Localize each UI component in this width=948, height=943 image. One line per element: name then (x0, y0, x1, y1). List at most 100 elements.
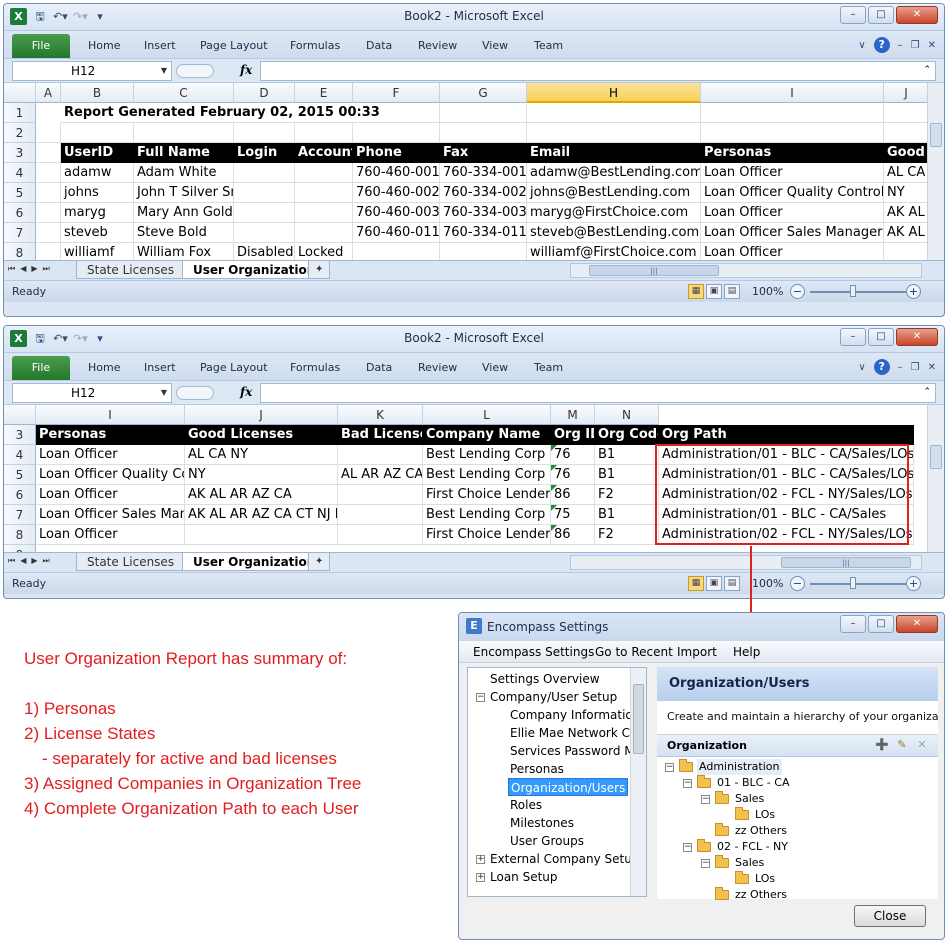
table-cell[interactable]: Administration/01 - BLC - CA/Sales/LOs (659, 445, 914, 465)
tree-item-company-user-setup[interactable]: Company/User Setup (490, 688, 617, 706)
workbook-close-icon[interactable]: ✕ (928, 362, 936, 373)
table-cell[interactable]: Loan Officer Sales Mana (36, 505, 185, 525)
help-icon[interactable]: ? (873, 37, 890, 53)
table-cell[interactable]: Loan Officer (36, 525, 185, 545)
workbook-close-icon[interactable]: ✕ (928, 40, 936, 51)
insert-sheet-icon[interactable]: ✦ (308, 261, 331, 279)
empty-cell[interactable] (36, 123, 61, 143)
column-header[interactable]: K (338, 405, 423, 425)
name-box[interactable]: H12 ▼ (12, 383, 172, 403)
table-cell[interactable]: Loan Officer Quality Co (36, 465, 185, 485)
zoom-slider[interactable] (810, 291, 906, 293)
tree-item-company-information[interactable]: Company Information (510, 706, 640, 724)
tab-team[interactable]: Team (534, 361, 563, 374)
org-node-los[interactable]: LOs (755, 871, 775, 887)
header-cell[interactable]: Good Licenses (185, 425, 338, 445)
zoom-out-icon[interactable]: − (790, 284, 805, 299)
table-cell[interactable]: 760-334-0021 (440, 183, 527, 203)
table-cell[interactable]: williamf (61, 243, 134, 260)
menu-go-to-recent[interactable]: Go to Recent (595, 645, 673, 659)
workbook-restore-icon[interactable]: ❐ (911, 40, 920, 51)
edit-org-icon[interactable]: ✎ (895, 738, 909, 752)
table-cell[interactable]: Mary Ann Gold (134, 203, 234, 223)
table-cell[interactable]: Steve Bold (134, 223, 234, 243)
sheet-tab-user-organization[interactable]: User Organization (182, 553, 327, 571)
table-cell[interactable] (234, 223, 295, 243)
table-cell[interactable]: Administration/02 - FCL - NY/Sales/LOs (659, 525, 914, 545)
maximize-button[interactable]: □ (868, 328, 894, 346)
empty-cell[interactable] (884, 103, 929, 123)
sheet-tab-state-licenses[interactable]: State Licenses (76, 261, 186, 279)
collapse-icon[interactable]: − (683, 843, 692, 852)
table-cell[interactable]: 760-334-0031 (440, 203, 527, 223)
table-cell[interactable]: NY (884, 183, 929, 203)
normal-view-icon[interactable]: ▦ (688, 576, 704, 591)
collapse-icon[interactable]: − (476, 693, 485, 702)
horizontal-scroll-thumb[interactable]: ||| (781, 557, 911, 568)
table-cell[interactable]: AL CA (884, 163, 929, 183)
table-cell[interactable]: Administration/01 - BLC - CA/Sales (659, 505, 914, 525)
table-cell[interactable]: AL AR AZ CA (338, 465, 423, 485)
vertical-scrollbar[interactable] (927, 405, 944, 552)
table-cell[interactable]: B1 (595, 445, 659, 465)
tab-home[interactable]: Home (88, 39, 120, 52)
row-header[interactable]: 7 (4, 505, 36, 525)
table-cell[interactable]: AK AL (884, 223, 929, 243)
table-cell[interactable]: Best Lending Corp (423, 445, 551, 465)
row-header[interactable]: 4 (4, 445, 36, 465)
table-cell[interactable]: AK AL AR AZ CA CT NJ NY (185, 505, 338, 525)
settings-tree[interactable]: Settings Overview − Company/User Setup C… (467, 667, 647, 897)
empty-cell[interactable] (527, 123, 701, 143)
header-cell[interactable]: Email (527, 143, 701, 163)
row-header[interactable]: 3 (4, 425, 36, 445)
insert-function-icon[interactable]: fx (240, 385, 252, 399)
table-cell[interactable]: adamw (61, 163, 134, 183)
table-cell[interactable]: 760-460-0111 (353, 223, 440, 243)
header-cell[interactable]: Personas (701, 143, 884, 163)
table-cell[interactable]: Loan Officer (701, 163, 884, 183)
table-cell[interactable] (884, 243, 929, 260)
org-node-sales[interactable]: Sales (735, 855, 764, 871)
tree-item-services-password[interactable]: Services Password Ma (510, 742, 642, 760)
tree-item-external-company-setup[interactable]: External Company Setup (490, 850, 639, 868)
column-header[interactable]: F (353, 83, 440, 103)
header-cell[interactable]: Org Code (595, 425, 659, 445)
horizontal-scroll-thumb[interactable]: ||| (589, 265, 719, 276)
row-header[interactable]: 7 (4, 223, 36, 243)
table-cell[interactable]: B1 (595, 465, 659, 485)
collapse-icon[interactable]: − (701, 859, 710, 868)
add-org-icon[interactable]: ➕ (875, 738, 889, 752)
header-cell[interactable]: Personas (36, 425, 185, 445)
zoom-in-icon[interactable]: + (906, 284, 921, 299)
empty-cell[interactable] (36, 143, 61, 163)
empty-cell[interactable] (440, 103, 527, 123)
spreadsheet-grid[interactable]: IJKLMN 3456789 PersonasGood LicensesBad Li… (4, 404, 944, 552)
empty-cell[interactable] (134, 123, 234, 143)
column-header[interactable]: G (440, 83, 527, 103)
table-cell[interactable]: maryg@FirstChoice.com (527, 203, 701, 223)
table-cell[interactable]: 86 (551, 525, 595, 545)
minimize-button[interactable]: – (840, 615, 866, 633)
table-cell[interactable] (295, 203, 353, 223)
name-box-dropdown-icon[interactable]: ▼ (161, 62, 167, 80)
tree-item-milestones[interactable]: Milestones (510, 814, 574, 832)
sheet-nav-arrows-icon[interactable]: ⏮◀▶⏭ (8, 556, 55, 566)
tree-item-ellie-mae-network[interactable]: Ellie Mae Network Con (510, 724, 645, 742)
table-cell[interactable] (440, 243, 527, 260)
row-header[interactable]: 4 (4, 163, 36, 183)
table-cell[interactable]: John T Silver Sr (134, 183, 234, 203)
table-cell[interactable]: AL CA NY (185, 445, 338, 465)
table-cell[interactable]: 76 (551, 445, 595, 465)
workbook-minimize-icon[interactable]: – (898, 40, 903, 51)
tree-item-roles[interactable]: Roles (510, 796, 542, 814)
table-cell[interactable]: 760-334-0011 (440, 163, 527, 183)
workbook-restore-icon[interactable]: ❐ (911, 362, 920, 373)
column-header[interactable]: B (61, 83, 134, 103)
column-header[interactable]: J (185, 405, 338, 425)
tab-insert[interactable]: Insert (144, 361, 176, 374)
tab-view[interactable]: View (482, 39, 508, 52)
column-header[interactable]: E (295, 83, 353, 103)
table-cell[interactable]: Loan Officer Quality Control (701, 183, 884, 203)
org-node-02-fcl-ny[interactable]: 02 - FCL - NY (717, 839, 788, 855)
org-node-zz-others[interactable]: zz Others (735, 887, 787, 903)
